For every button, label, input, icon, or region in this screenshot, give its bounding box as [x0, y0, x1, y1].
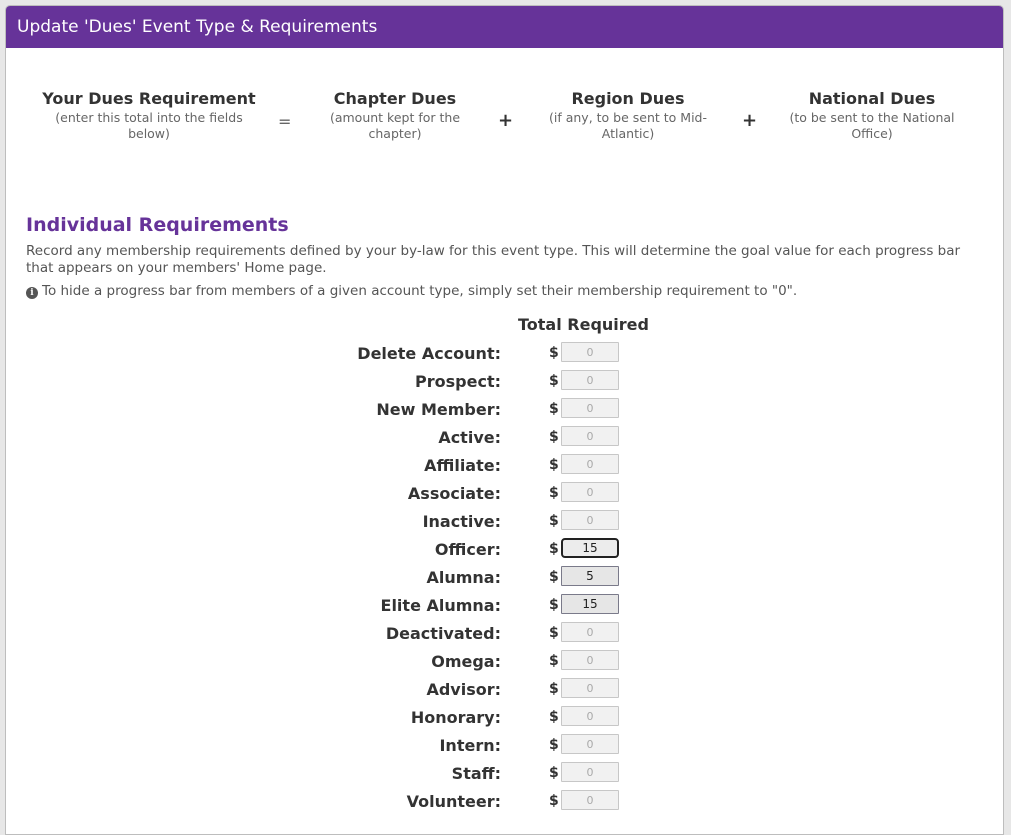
requirement-row: Staff: $ — [6, 761, 1003, 789]
requirement-amount-input[interactable] — [561, 426, 619, 446]
total-required-header: Total Required — [518, 315, 649, 334]
national-dues-column: National Dues (to be sent to the Nationa… — [784, 88, 960, 142]
requirement-row: Intern: $ — [6, 733, 1003, 761]
requirement-amount-input[interactable] — [561, 538, 619, 558]
requirement-label: Inactive: — [422, 512, 501, 531]
requirement-amount-input[interactable] — [561, 454, 619, 474]
requirement-amount-input[interactable] — [561, 706, 619, 726]
currency-symbol: $ — [549, 457, 559, 473]
modal-header: Update 'Dues' Event Type & Requirements — [6, 6, 1003, 48]
requirement-amount-input[interactable] — [561, 678, 619, 698]
currency-symbol: $ — [549, 681, 559, 697]
requirement-row: Volunteer: $ — [6, 789, 1003, 817]
requirement-label: Advisor: — [426, 680, 501, 699]
currency-symbol: $ — [549, 429, 559, 445]
requirement-amount-input[interactable] — [561, 762, 619, 782]
currency-symbol: $ — [549, 737, 559, 753]
requirement-amount-input[interactable] — [561, 650, 619, 670]
currency-symbol: $ — [549, 373, 559, 389]
modal-dialog: Update 'Dues' Event Type & Requirements … — [5, 5, 1004, 835]
requirement-label: Prospect: — [415, 372, 501, 391]
requirement-row: Inactive: $ — [6, 509, 1003, 537]
requirement-label: Volunteer: — [406, 792, 501, 811]
currency-symbol: $ — [549, 765, 559, 781]
requirement-row: Honorary: $ — [6, 705, 1003, 733]
currency-symbol: $ — [549, 625, 559, 641]
requirement-label: Alumna: — [426, 568, 501, 587]
equals-sign: = — [278, 112, 292, 131]
currency-symbol: $ — [549, 485, 559, 501]
requirement-amount-input[interactable] — [561, 482, 619, 502]
requirement-label: Honorary: — [410, 708, 501, 727]
requirement-row: Elite Alumna: $ — [6, 593, 1003, 621]
requirement-label: Active: — [438, 428, 501, 447]
requirement-amount-input[interactable] — [561, 734, 619, 754]
chapter-dues-column: Chapter Dues (amount kept for the chapte… — [320, 88, 470, 142]
dues-equation: Your Dues Requirement (enter this total … — [6, 88, 1003, 168]
region-dues-title: Region Dues — [571, 89, 685, 108]
chapter-dues-title: Chapter Dues — [333, 89, 457, 108]
currency-symbol: $ — [549, 709, 559, 725]
region-dues-subtitle: (if any, to be sent to Mid-Atlantic) — [549, 110, 707, 141]
requirement-amount-input[interactable] — [561, 622, 619, 642]
currency-symbol: $ — [549, 597, 559, 613]
requirement-amount-input[interactable] — [561, 594, 619, 614]
requirement-label: Omega: — [431, 652, 501, 671]
your-dues-subtitle: (enter this total into the fields below) — [55, 110, 243, 141]
requirement-label: Officer: — [434, 540, 501, 559]
your-dues-title: Your Dues Requirement — [42, 89, 256, 108]
national-dues-title: National Dues — [808, 89, 936, 108]
chapter-dues-subtitle: (amount kept for the chapter) — [329, 110, 461, 141]
requirement-amount-input[interactable] — [561, 342, 619, 362]
plus-sign-1: + — [498, 110, 514, 131]
currency-symbol: $ — [549, 401, 559, 417]
currency-symbol: $ — [549, 541, 559, 557]
modal-title: Update 'Dues' Event Type & Requirements — [17, 17, 378, 37]
requirement-label: Elite Alumna: — [380, 596, 501, 615]
individual-requirements-heading: Individual Requirements — [26, 214, 289, 236]
requirement-amount-input[interactable] — [561, 566, 619, 586]
requirement-amount-input[interactable] — [561, 370, 619, 390]
individual-requirements-note: i To hide a progress bar from members of … — [26, 283, 797, 300]
requirement-label: Associate: — [407, 484, 501, 503]
currency-symbol: $ — [549, 653, 559, 669]
requirement-row: Omega: $ — [6, 649, 1003, 677]
requirement-row: Advisor: $ — [6, 677, 1003, 705]
individual-requirements-description: Record any membership requirements defin… — [26, 243, 961, 276]
requirement-label: Staff: — [451, 764, 501, 783]
requirement-row: Delete Account: $ — [6, 341, 1003, 369]
requirement-row: Officer: $ — [6, 537, 1003, 565]
national-dues-subtitle: (to be sent to the National Office) — [789, 110, 955, 141]
note-text: To hide a progress bar from members of a… — [42, 283, 798, 299]
requirement-row: Associate: $ — [6, 481, 1003, 509]
your-dues-column: Your Dues Requirement (enter this total … — [36, 88, 262, 142]
requirement-label: Intern: — [439, 736, 501, 755]
info-icon: i — [26, 287, 38, 299]
requirement-row: New Member: $ — [6, 397, 1003, 425]
requirement-amount-input[interactable] — [561, 790, 619, 810]
requirements-table: Delete Account:$Prospect:$New Member:$Ac… — [6, 341, 1003, 817]
requirement-amount-input[interactable] — [561, 398, 619, 418]
requirement-label: New Member: — [376, 400, 501, 419]
requirement-label: Affiliate: — [424, 456, 501, 475]
requirement-row: Alumna: $ — [6, 565, 1003, 593]
requirement-row: Prospect: $ — [6, 369, 1003, 397]
requirement-amount-input[interactable] — [561, 510, 619, 530]
requirement-row: Affiliate: $ — [6, 453, 1003, 481]
requirement-label: Delete Account: — [357, 344, 501, 363]
plus-sign-2: + — [742, 110, 758, 131]
requirement-label: Deactivated: — [385, 624, 501, 643]
requirement-row: Deactivated: $ — [6, 621, 1003, 649]
currency-symbol: $ — [549, 793, 559, 809]
currency-symbol: $ — [549, 513, 559, 529]
currency-symbol: $ — [549, 569, 559, 585]
requirement-row: Active: $ — [6, 425, 1003, 453]
region-dues-column: Region Dues (if any, to be sent to Mid-A… — [540, 88, 716, 142]
currency-symbol: $ — [549, 345, 559, 361]
